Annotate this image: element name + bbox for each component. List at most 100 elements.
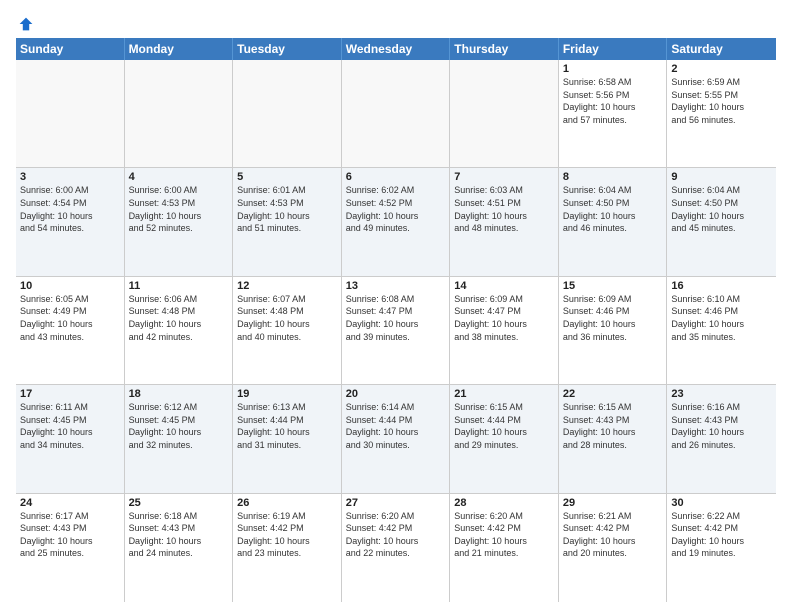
calendar-cell: 5Sunrise: 6:01 AMSunset: 4:53 PMDaylight… <box>233 168 342 275</box>
day-number: 15 <box>563 280 663 292</box>
day-info: Sunrise: 6:21 AMSunset: 4:42 PMDaylight:… <box>563 510 663 560</box>
day-number: 4 <box>129 171 229 183</box>
calendar-cell <box>342 60 451 167</box>
calendar-cell: 30Sunrise: 6:22 AMSunset: 4:42 PMDayligh… <box>667 494 776 602</box>
day-number: 20 <box>346 388 446 400</box>
calendar-cell: 20Sunrise: 6:14 AMSunset: 4:44 PMDayligh… <box>342 385 451 492</box>
header-day-sunday: Sunday <box>16 38 125 60</box>
day-number: 16 <box>671 280 772 292</box>
calendar-cell: 18Sunrise: 6:12 AMSunset: 4:45 PMDayligh… <box>125 385 234 492</box>
logo-icon <box>18 16 34 32</box>
calendar-cell: 12Sunrise: 6:07 AMSunset: 4:48 PMDayligh… <box>233 277 342 384</box>
day-number: 17 <box>20 388 120 400</box>
day-info: Sunrise: 6:03 AMSunset: 4:51 PMDaylight:… <box>454 184 554 234</box>
day-info: Sunrise: 6:04 AMSunset: 4:50 PMDaylight:… <box>671 184 772 234</box>
calendar-cell: 27Sunrise: 6:20 AMSunset: 4:42 PMDayligh… <box>342 494 451 602</box>
calendar-cell: 19Sunrise: 6:13 AMSunset: 4:44 PMDayligh… <box>233 385 342 492</box>
day-number: 24 <box>20 497 120 509</box>
day-number: 28 <box>454 497 554 509</box>
calendar-cell: 13Sunrise: 6:08 AMSunset: 4:47 PMDayligh… <box>342 277 451 384</box>
calendar: SundayMondayTuesdayWednesdayThursdayFrid… <box>16 38 776 602</box>
day-number: 14 <box>454 280 554 292</box>
day-info: Sunrise: 6:09 AMSunset: 4:46 PMDaylight:… <box>563 293 663 343</box>
day-number: 9 <box>671 171 772 183</box>
calendar-cell: 9Sunrise: 6:04 AMSunset: 4:50 PMDaylight… <box>667 168 776 275</box>
page: SundayMondayTuesdayWednesdayThursdayFrid… <box>0 0 792 612</box>
day-info: Sunrise: 6:02 AMSunset: 4:52 PMDaylight:… <box>346 184 446 234</box>
day-number: 13 <box>346 280 446 292</box>
calendar-cell: 26Sunrise: 6:19 AMSunset: 4:42 PMDayligh… <box>233 494 342 602</box>
calendar-cell <box>450 60 559 167</box>
day-info: Sunrise: 6:04 AMSunset: 4:50 PMDaylight:… <box>563 184 663 234</box>
calendar-cell: 3Sunrise: 6:00 AMSunset: 4:54 PMDaylight… <box>16 168 125 275</box>
day-number: 21 <box>454 388 554 400</box>
day-info: Sunrise: 6:15 AMSunset: 4:43 PMDaylight:… <box>563 401 663 451</box>
day-info: Sunrise: 6:15 AMSunset: 4:44 PMDaylight:… <box>454 401 554 451</box>
day-info: Sunrise: 6:17 AMSunset: 4:43 PMDaylight:… <box>20 510 120 560</box>
calendar-cell: 17Sunrise: 6:11 AMSunset: 4:45 PMDayligh… <box>16 385 125 492</box>
day-info: Sunrise: 6:11 AMSunset: 4:45 PMDaylight:… <box>20 401 120 451</box>
calendar-cell: 21Sunrise: 6:15 AMSunset: 4:44 PMDayligh… <box>450 385 559 492</box>
day-number: 10 <box>20 280 120 292</box>
day-number: 2 <box>671 63 772 75</box>
day-info: Sunrise: 6:19 AMSunset: 4:42 PMDaylight:… <box>237 510 337 560</box>
logo-text <box>16 16 34 32</box>
day-info: Sunrise: 6:20 AMSunset: 4:42 PMDaylight:… <box>454 510 554 560</box>
calendar-cell <box>125 60 234 167</box>
day-number: 26 <box>237 497 337 509</box>
day-number: 8 <box>563 171 663 183</box>
header-day-thursday: Thursday <box>450 38 559 60</box>
day-number: 3 <box>20 171 120 183</box>
header-day-tuesday: Tuesday <box>233 38 342 60</box>
day-info: Sunrise: 6:01 AMSunset: 4:53 PMDaylight:… <box>237 184 337 234</box>
day-info: Sunrise: 6:59 AMSunset: 5:55 PMDaylight:… <box>671 76 772 126</box>
day-number: 12 <box>237 280 337 292</box>
day-number: 27 <box>346 497 446 509</box>
calendar-cell: 14Sunrise: 6:09 AMSunset: 4:47 PMDayligh… <box>450 277 559 384</box>
day-info: Sunrise: 6:05 AMSunset: 4:49 PMDaylight:… <box>20 293 120 343</box>
day-info: Sunrise: 6:22 AMSunset: 4:42 PMDaylight:… <box>671 510 772 560</box>
day-info: Sunrise: 6:12 AMSunset: 4:45 PMDaylight:… <box>129 401 229 451</box>
calendar-header: SundayMondayTuesdayWednesdayThursdayFrid… <box>16 38 776 60</box>
header <box>16 16 776 32</box>
calendar-cell: 10Sunrise: 6:05 AMSunset: 4:49 PMDayligh… <box>16 277 125 384</box>
day-info: Sunrise: 6:18 AMSunset: 4:43 PMDaylight:… <box>129 510 229 560</box>
calendar-row-3: 17Sunrise: 6:11 AMSunset: 4:45 PMDayligh… <box>16 385 776 493</box>
calendar-cell: 25Sunrise: 6:18 AMSunset: 4:43 PMDayligh… <box>125 494 234 602</box>
day-info: Sunrise: 6:00 AMSunset: 4:54 PMDaylight:… <box>20 184 120 234</box>
day-number: 30 <box>671 497 772 509</box>
day-info: Sunrise: 6:00 AMSunset: 4:53 PMDaylight:… <box>129 184 229 234</box>
calendar-row-0: 1Sunrise: 6:58 AMSunset: 5:56 PMDaylight… <box>16 60 776 168</box>
day-number: 18 <box>129 388 229 400</box>
logo <box>16 16 34 32</box>
day-info: Sunrise: 6:06 AMSunset: 4:48 PMDaylight:… <box>129 293 229 343</box>
calendar-cell: 16Sunrise: 6:10 AMSunset: 4:46 PMDayligh… <box>667 277 776 384</box>
calendar-cell: 7Sunrise: 6:03 AMSunset: 4:51 PMDaylight… <box>450 168 559 275</box>
calendar-row-1: 3Sunrise: 6:00 AMSunset: 4:54 PMDaylight… <box>16 168 776 276</box>
header-day-friday: Friday <box>559 38 668 60</box>
day-info: Sunrise: 6:07 AMSunset: 4:48 PMDaylight:… <box>237 293 337 343</box>
header-day-monday: Monday <box>125 38 234 60</box>
calendar-cell: 29Sunrise: 6:21 AMSunset: 4:42 PMDayligh… <box>559 494 668 602</box>
calendar-cell: 8Sunrise: 6:04 AMSunset: 4:50 PMDaylight… <box>559 168 668 275</box>
day-info: Sunrise: 6:14 AMSunset: 4:44 PMDaylight:… <box>346 401 446 451</box>
day-number: 7 <box>454 171 554 183</box>
calendar-cell: 2Sunrise: 6:59 AMSunset: 5:55 PMDaylight… <box>667 60 776 167</box>
calendar-row-2: 10Sunrise: 6:05 AMSunset: 4:49 PMDayligh… <box>16 277 776 385</box>
calendar-cell: 23Sunrise: 6:16 AMSunset: 4:43 PMDayligh… <box>667 385 776 492</box>
day-info: Sunrise: 6:16 AMSunset: 4:43 PMDaylight:… <box>671 401 772 451</box>
day-number: 5 <box>237 171 337 183</box>
calendar-cell: 24Sunrise: 6:17 AMSunset: 4:43 PMDayligh… <box>16 494 125 602</box>
calendar-row-4: 24Sunrise: 6:17 AMSunset: 4:43 PMDayligh… <box>16 494 776 602</box>
day-number: 25 <box>129 497 229 509</box>
calendar-cell: 28Sunrise: 6:20 AMSunset: 4:42 PMDayligh… <box>450 494 559 602</box>
calendar-cell <box>233 60 342 167</box>
day-info: Sunrise: 6:09 AMSunset: 4:47 PMDaylight:… <box>454 293 554 343</box>
day-info: Sunrise: 6:10 AMSunset: 4:46 PMDaylight:… <box>671 293 772 343</box>
day-number: 22 <box>563 388 663 400</box>
day-number: 19 <box>237 388 337 400</box>
day-info: Sunrise: 6:58 AMSunset: 5:56 PMDaylight:… <box>563 76 663 126</box>
day-info: Sunrise: 6:08 AMSunset: 4:47 PMDaylight:… <box>346 293 446 343</box>
calendar-cell: 15Sunrise: 6:09 AMSunset: 4:46 PMDayligh… <box>559 277 668 384</box>
header-day-wednesday: Wednesday <box>342 38 451 60</box>
